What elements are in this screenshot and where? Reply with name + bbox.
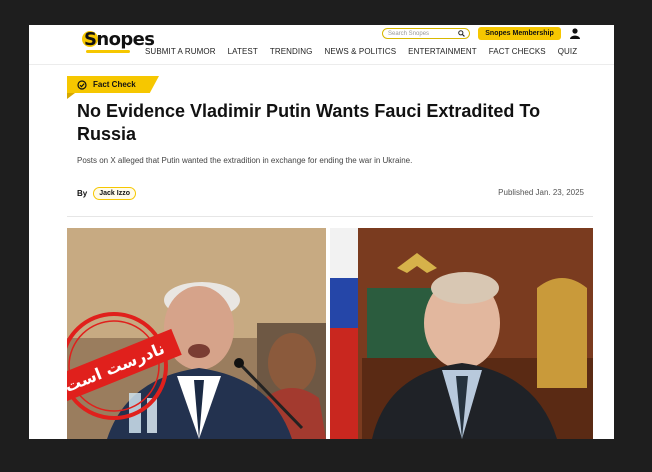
site-header: Snopes Search Snopes Snopes Membership S…: [29, 25, 614, 65]
search-icon[interactable]: [458, 30, 465, 37]
article-subtitle: Posts on X alleged that Putin wanted the…: [77, 156, 413, 165]
badge-fold: [67, 93, 75, 99]
nav-trending[interactable]: TRENDING: [270, 46, 313, 58]
snopes-page: Snopes Search Snopes Snopes Membership S…: [29, 25, 614, 439]
article-hero-image: نادرست است: [67, 228, 593, 439]
nav-submit-rumor[interactable]: SUBMIT A RUMOR: [145, 46, 216, 58]
search-placeholder: Search Snopes: [388, 31, 430, 37]
by-label: By: [77, 188, 88, 198]
main-nav: SUBMIT A RUMOR LATEST TRENDING NEWS & PO…: [145, 46, 589, 58]
article-title: No Evidence Vladimir Putin Wants Fauci E…: [77, 101, 541, 144]
nav-latest[interactable]: LATEST: [228, 46, 258, 58]
nav-news-politics[interactable]: NEWS & POLITICS: [324, 46, 396, 58]
snopes-logo[interactable]: Snopes: [82, 29, 155, 55]
published-date: Published Jan. 23, 2025: [498, 188, 584, 197]
incorrect-stamp: نادرست است: [67, 312, 182, 420]
user-account-icon[interactable]: [570, 28, 580, 39]
byline: By Jack Izzo: [77, 186, 136, 200]
search-input[interactable]: Search Snopes: [382, 28, 470, 39]
logo-text: Snopes: [84, 29, 155, 50]
nav-quiz[interactable]: QUIZ: [558, 46, 578, 58]
badge-label: Fact Check: [93, 80, 136, 89]
author-link[interactable]: Jack Izzo: [93, 186, 136, 200]
membership-button[interactable]: Snopes Membership: [478, 27, 561, 40]
logo-swoosh: [86, 50, 130, 53]
nav-fact-checks[interactable]: FACT CHECKS: [489, 46, 546, 58]
divider: [67, 216, 593, 217]
nav-entertainment[interactable]: ENTERTAINMENT: [408, 46, 477, 58]
fact-check-badge[interactable]: Fact Check: [67, 76, 159, 93]
check-circle-icon: [77, 80, 87, 90]
